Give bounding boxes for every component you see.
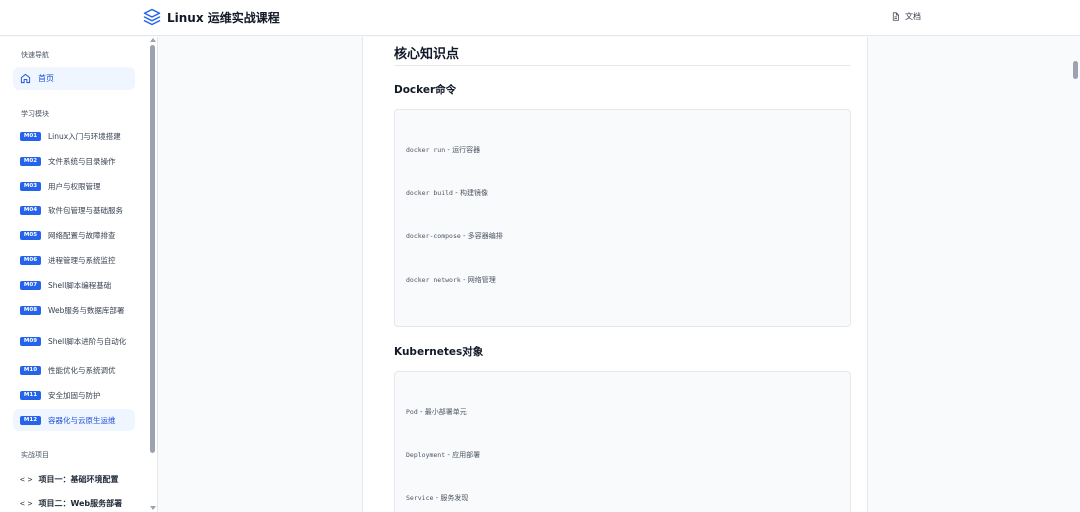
sidebar-scrollbar-thumb[interactable] <box>150 45 155 453</box>
sidebar-item-home[interactable]: 首页 <box>13 67 135 90</box>
code-line: Deployment - 应用部署 <box>406 451 481 459</box>
site-title[interactable]: Linux 运维实战课程 <box>167 9 280 26</box>
code-line: docker-compose - 多容器编排 <box>406 232 503 240</box>
code-line: docker network - 网络管理 <box>406 276 496 284</box>
module-badge: M07 <box>20 280 41 290</box>
sidebar-item-m02[interactable]: M02 文件系统与目录操作 <box>13 154 135 168</box>
code-icon: < > <box>20 475 32 484</box>
module-badge: M05 <box>20 230 41 240</box>
sidebar-item-label: 首页 <box>38 74 54 83</box>
module-label: 用户与权限管理 <box>48 181 101 191</box>
module-badge: M09 <box>20 336 41 346</box>
module-label: 软件包管理与基础服务 <box>48 205 123 215</box>
module-label: 安全加固与防护 <box>48 390 101 400</box>
sidebar-item-m06[interactable]: M06 进程管理与系统监控 <box>13 253 135 267</box>
sidebar-item-m03[interactable]: M03 用户与权限管理 <box>13 179 135 193</box>
module-badge: M02 <box>20 156 41 166</box>
module-label: 容器化与云原生运维 <box>48 415 116 425</box>
docs-link[interactable]: 文档 <box>891 11 921 22</box>
main-content: 核心知识点 Docker命令 docker run - 运行容器 docker … <box>362 37 868 512</box>
module-label: Shell脚本进阶与自动化 <box>48 336 127 346</box>
code-line: Pod - 最小部署单元 <box>406 408 467 416</box>
code-line: docker build - 构建镜像 <box>406 189 488 197</box>
top-header: Linux 运维实战课程 文档 <box>0 0 1080 36</box>
section-label-projects: 实战项目 <box>21 451 49 459</box>
module-badge: M06 <box>20 255 41 265</box>
module-label: 网络配置与故障排查 <box>48 230 116 240</box>
module-badge: M08 <box>20 305 41 315</box>
sidebar-item-m05[interactable]: M05 网络配置与故障排查 <box>13 228 135 242</box>
section-title-docker: Docker命令 <box>394 84 457 96</box>
scroll-down-arrow-icon[interactable] <box>150 506 156 510</box>
code-block-kubernetes: Pod - 最小部署单元 Deployment - 应用部署 Service -… <box>394 371 851 512</box>
layers-icon[interactable] <box>143 8 161 26</box>
scroll-up-arrow-icon[interactable] <box>150 38 156 42</box>
document-icon <box>892 12 899 21</box>
heading-divider <box>394 65 850 66</box>
code-block-docker: docker run - 运行容器 docker build - 构建镜像 do… <box>394 109 851 327</box>
section-title-kubernetes: Kubernetes对象 <box>394 346 484 358</box>
project-label: 项目二：Web服务部署 <box>38 499 123 508</box>
module-label: Linux入门与环境搭建 <box>48 131 121 141</box>
page-heading: 核心知识点 <box>394 47 460 62</box>
module-badge: M01 <box>20 131 41 141</box>
project-label: 项目一：基础环境配置 <box>38 475 119 484</box>
section-label-quick-nav: 快速导航 <box>21 51 49 59</box>
module-badge: M12 <box>20 415 41 425</box>
module-label: 性能优化与系统调优 <box>48 365 116 375</box>
section-label-modules: 学习模块 <box>21 110 49 118</box>
sidebar-item-m10[interactable]: M10 性能优化与系统调优 <box>13 363 135 377</box>
module-badge: M11 <box>20 390 41 400</box>
module-badge: M03 <box>20 181 41 191</box>
module-label: Web服务与数据库部署 <box>48 305 125 315</box>
sidebar-item-project-1[interactable]: < > 项目一：基础环境配置 <box>20 474 118 485</box>
module-label: Shell脚本编程基础 <box>48 280 112 290</box>
sidebar-item-m04[interactable]: M04 软件包管理与基础服务 <box>13 203 135 217</box>
module-label: 文件系统与目录操作 <box>48 156 116 166</box>
docs-label: 文档 <box>905 12 921 21</box>
sidebar: 快速导航 首页 学习模块 M01 Linux入门与环境搭建 M02 文件系统与目… <box>0 37 158 512</box>
sidebar-item-m09[interactable]: M09 Shell脚本进阶与自动化 <box>13 329 135 353</box>
sidebar-item-m08[interactable]: M08 Web服务与数据库部署 <box>13 303 135 317</box>
home-icon <box>20 73 31 84</box>
module-label: 进程管理与系统监控 <box>48 255 116 265</box>
sidebar-item-m07[interactable]: M07 Shell脚本编程基础 <box>13 278 135 292</box>
module-badge: M10 <box>20 365 41 375</box>
code-icon: < > <box>20 499 32 508</box>
sidebar-item-m12[interactable]: M12 容器化与云原生运维 <box>13 409 135 431</box>
page-scrollbar[interactable] <box>1073 61 1078 79</box>
sidebar-item-m01[interactable]: M01 Linux入门与环境搭建 <box>13 129 135 143</box>
sidebar-item-project-2[interactable]: < > 项目二：Web服务部署 <box>20 498 122 509</box>
module-badge: M04 <box>20 205 41 215</box>
sidebar-item-m11[interactable]: M11 安全加固与防护 <box>13 388 135 402</box>
code-line: Service - 服务发现 <box>406 494 469 502</box>
code-line: docker run - 运行容器 <box>406 146 481 154</box>
